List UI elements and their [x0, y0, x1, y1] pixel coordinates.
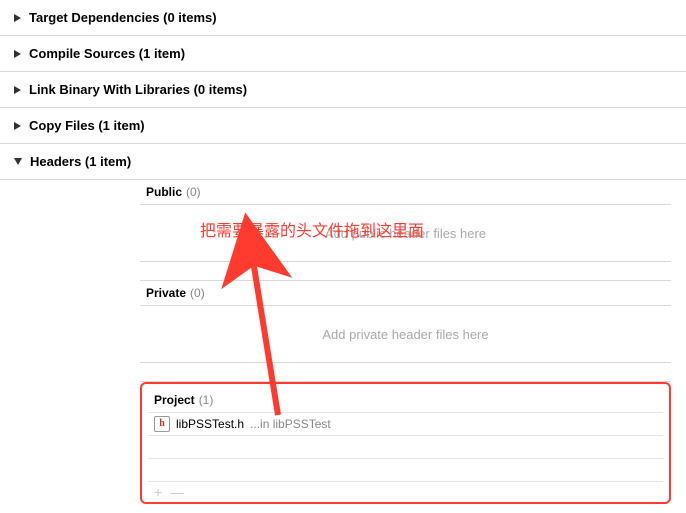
phase-compile-sources[interactable]: Compile Sources (1 item): [0, 36, 686, 72]
phase-label: Headers (1 item): [30, 154, 131, 169]
section-label: Project: [154, 393, 195, 407]
header-file-row[interactable]: h libPSSTest.h ...in libPSSTest: [148, 413, 663, 436]
empty-row[interactable]: [148, 436, 663, 459]
phase-headers[interactable]: Headers (1 item): [0, 144, 686, 180]
section-label: Public: [146, 185, 182, 199]
phase-label: Link Binary With Libraries (0 items): [29, 82, 247, 97]
disclosure-right-icon: [14, 50, 21, 58]
project-headers-highlight: Project (1) h libPSSTest.h ...in libPSST…: [140, 382, 671, 504]
disclosure-right-icon: [14, 14, 21, 22]
file-location: ...in libPSSTest: [250, 417, 331, 431]
spacer: [140, 262, 671, 281]
phase-copy-files[interactable]: Copy Files (1 item): [0, 108, 686, 144]
phase-target-dependencies[interactable]: Target Dependencies (0 items): [0, 0, 686, 36]
section-count: (0): [190, 286, 205, 300]
list-footer: + —: [148, 482, 663, 502]
phase-label: Copy Files (1 item): [29, 118, 145, 133]
empty-row[interactable]: [148, 459, 663, 482]
phase-label: Compile Sources (1 item): [29, 46, 185, 61]
section-count: (1): [199, 393, 214, 407]
headers-public-section[interactable]: Public (0): [140, 180, 671, 205]
add-icon[interactable]: +: [154, 484, 162, 500]
header-file-icon: h: [154, 416, 170, 432]
headers-private-section[interactable]: Private (0): [140, 281, 671, 306]
section-count: (0): [186, 185, 201, 199]
public-headers-dropzone[interactable]: Add public header files here: [140, 205, 671, 262]
headers-project-section[interactable]: Project (1): [148, 388, 663, 413]
section-label: Private: [146, 286, 186, 300]
disclosure-right-icon: [14, 86, 21, 94]
disclosure-right-icon: [14, 122, 21, 130]
dropzone-placeholder: Add private header files here: [322, 327, 488, 342]
spacer: [140, 363, 671, 382]
phase-link-binary[interactable]: Link Binary With Libraries (0 items): [0, 72, 686, 108]
file-name: libPSSTest.h: [176, 417, 244, 431]
dropzone-placeholder: Add public header files here: [325, 226, 486, 241]
remove-icon[interactable]: —: [170, 484, 184, 500]
headers-content: Public (0) Add public header files here …: [0, 180, 686, 504]
phase-label: Target Dependencies (0 items): [29, 10, 217, 25]
private-headers-dropzone[interactable]: Add private header files here: [140, 306, 671, 363]
disclosure-down-icon: [14, 158, 22, 165]
